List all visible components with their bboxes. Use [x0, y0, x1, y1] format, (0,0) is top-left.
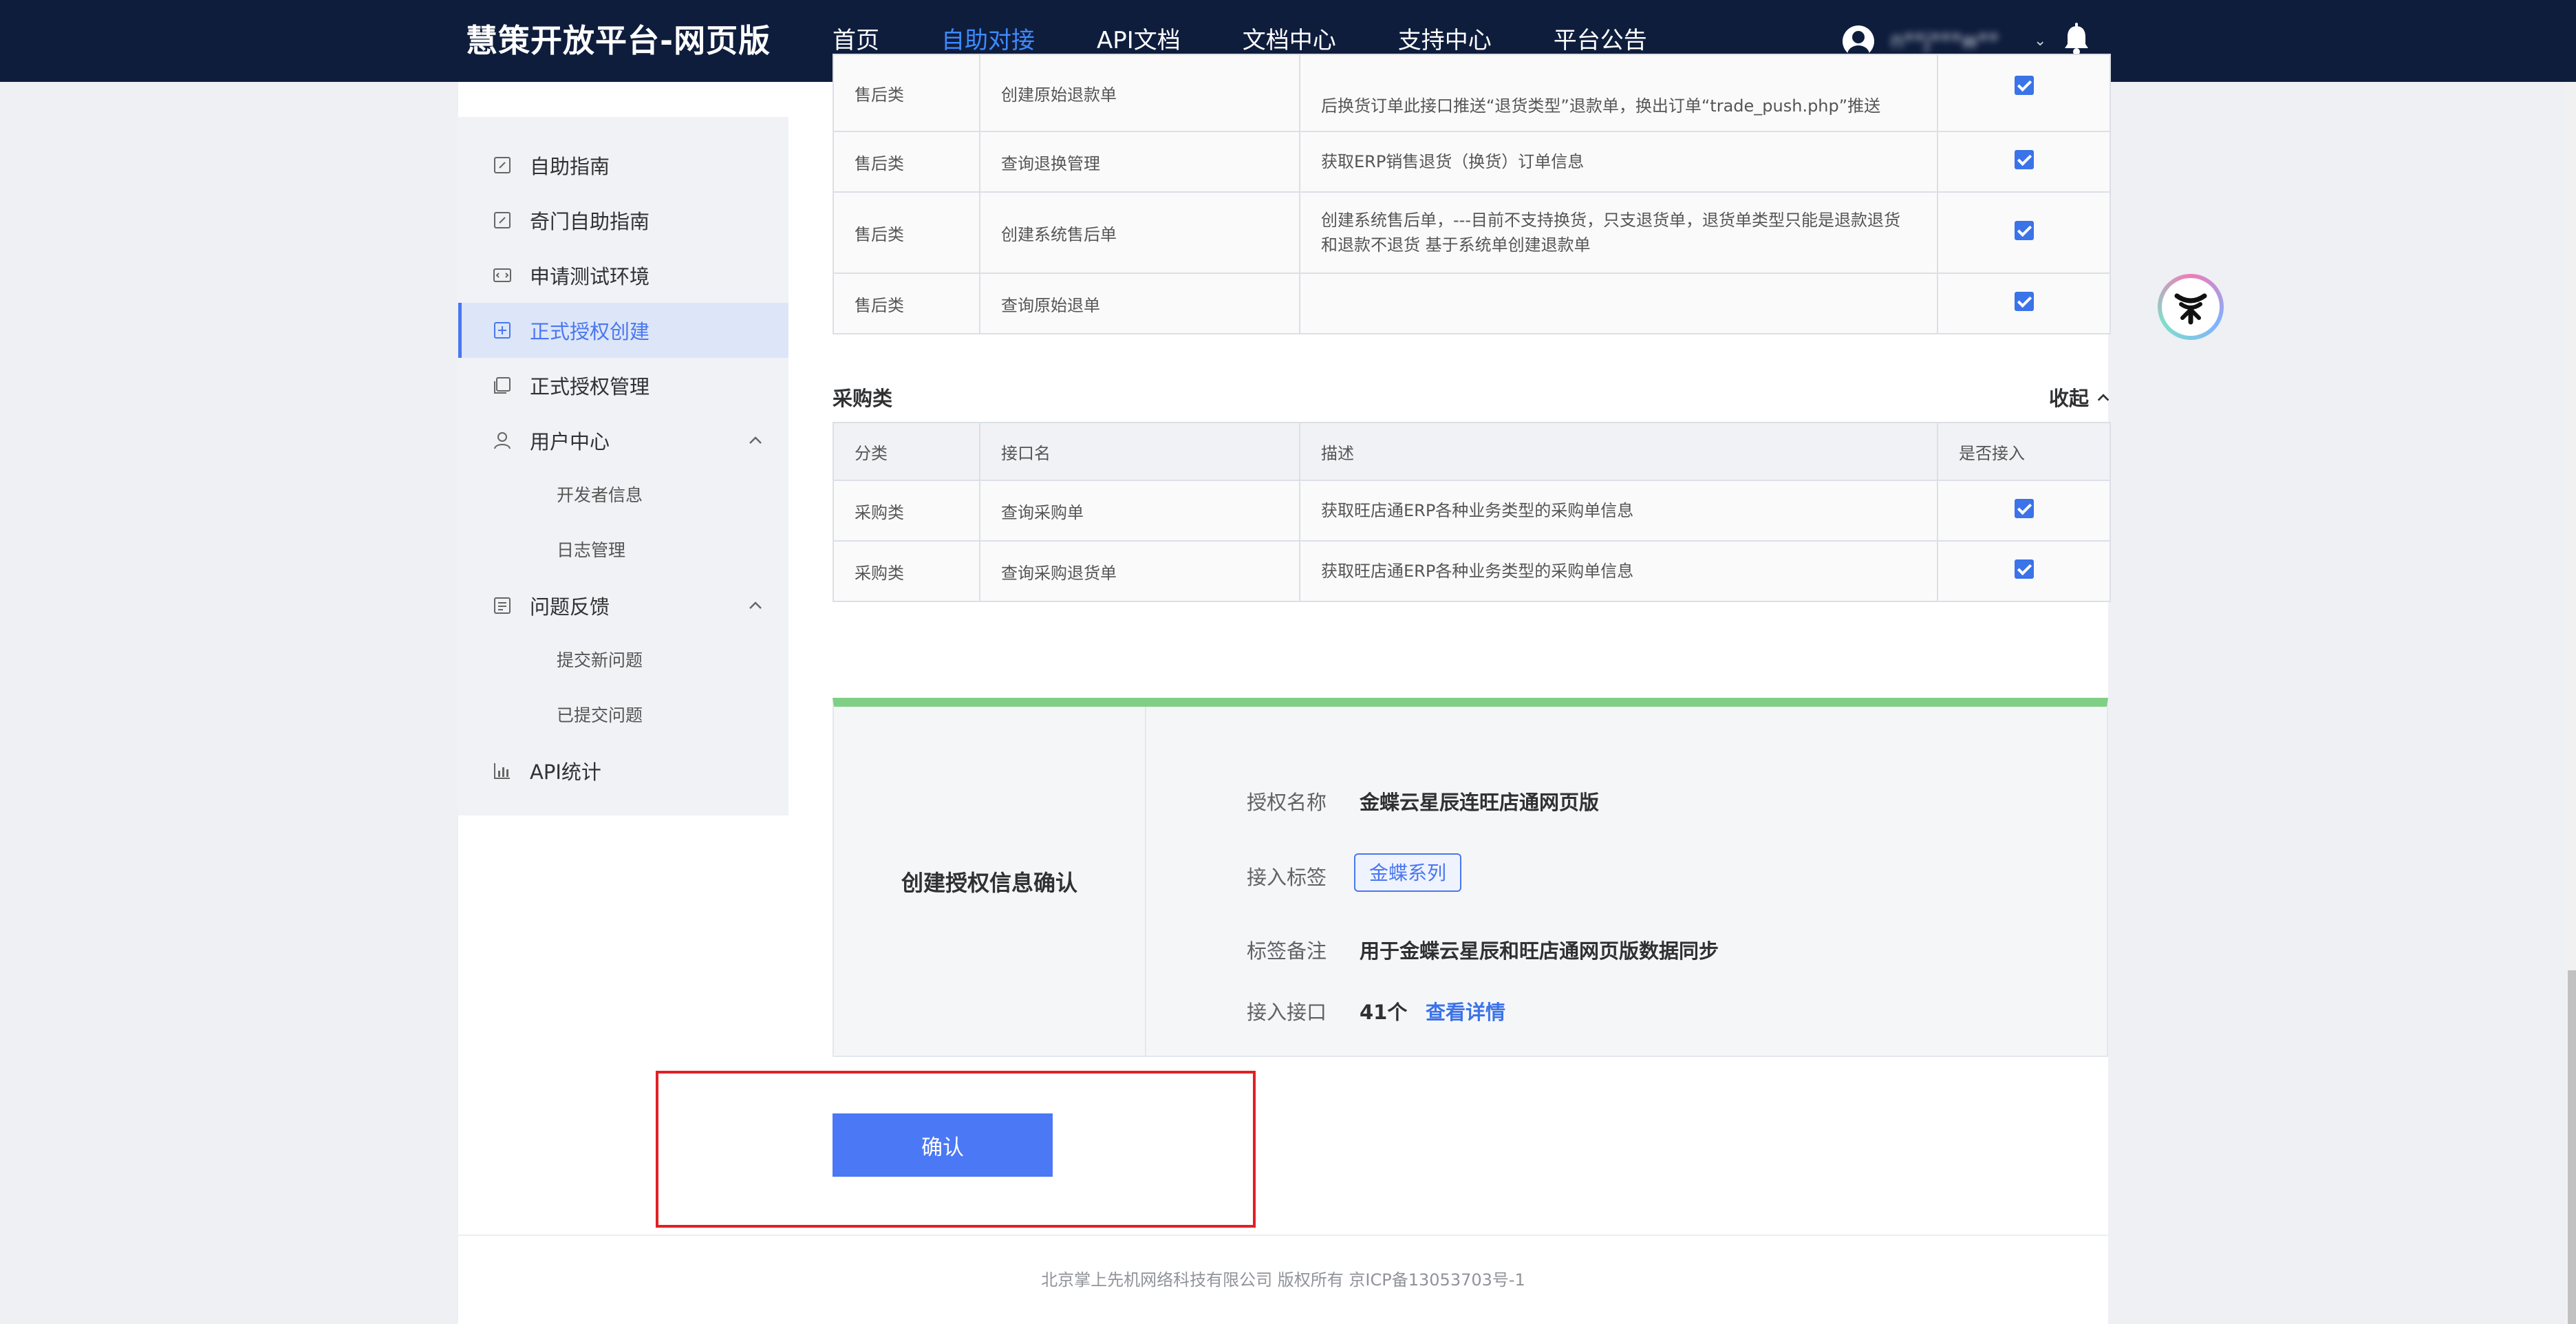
sidebar-item-feedback[interactable]: 问题反馈 — [458, 578, 788, 633]
sidebar-item-auth-manage[interactable]: 正式授权管理 — [458, 358, 788, 413]
api-count-label: 接入接口 — [1247, 1001, 1327, 1024]
table-cell-description: 获取旺店通ERP各种业务类型的采购单信息 — [1299, 480, 1938, 542]
table-cell-category: 售后类 — [833, 131, 980, 193]
table-cell-category: 采购类 — [833, 540, 980, 602]
collapse-toggle[interactable]: 收起 — [2049, 383, 2111, 412]
avatar-icon[interactable] — [1843, 25, 1874, 57]
brand-title[interactable]: 慧策开放平台-网页版 — [466, 0, 771, 82]
sidebar-item-qimen-guide[interactable]: 奇门自助指南 — [458, 193, 788, 248]
sidebar-subitem-submitted-issues[interactable]: 已提交问题 — [458, 688, 788, 743]
section-title-purchase: 采购类 — [833, 387, 893, 410]
table-cell-api-name: 查询采购退货单 — [979, 540, 1300, 602]
table-cell-api-name: 查询原始退单 — [979, 273, 1300, 334]
caret-down-icon[interactable]: ⌄ — [2034, 32, 2046, 50]
access-checkbox[interactable] — [2014, 221, 2034, 240]
table-header-row: 分类 接口名 描述 是否接入 — [833, 422, 2111, 481]
sidebar-item-test-env[interactable]: 申请测试环境 — [458, 248, 788, 303]
bell-icon[interactable] — [2063, 22, 2090, 56]
bar-chart-icon — [494, 763, 510, 779]
sidebar-item-auth-create[interactable]: 正式授权创建 — [458, 303, 788, 358]
column-header-api-name: 接口名 — [979, 422, 1300, 481]
table-cell-api-name: 创建系统售后单 — [979, 191, 1300, 274]
sidebar: 自助指南 奇门自助指南 申请测试环境 正式授权创建 正式授权管理 用户中心 开发… — [458, 117, 788, 815]
table-cell-api-name: 创建原始退款单 — [979, 54, 1300, 132]
access-checkbox[interactable] — [2014, 76, 2034, 95]
table-cell-api-name: 查询退换管理 — [979, 131, 1300, 193]
access-checkbox[interactable] — [2014, 559, 2034, 579]
sidebar-item-self-guide[interactable]: 自助指南 — [458, 138, 788, 193]
edit-square-icon — [494, 212, 511, 228]
stack-icon — [494, 377, 511, 394]
sidebar-item-label: API统计 — [530, 760, 601, 784]
user-icon — [494, 432, 511, 449]
view-details-link[interactable]: 查看详情 — [1426, 996, 1505, 1025]
edit-square-icon — [494, 157, 511, 173]
table-row: 采购类 查询采购单 获取旺店通ERP各种业务类型的采购单信息 — [833, 480, 2111, 542]
sidebar-subitem-developer-info[interactable]: 开发者信息 — [458, 468, 788, 523]
sidebar-subitem-log-manage[interactable]: 日志管理 — [458, 523, 788, 578]
table-cell-category: 售后类 — [833, 191, 980, 274]
remark-value: 用于金蝶云星辰和旺店通网页版数据同步 — [1360, 939, 1719, 963]
table-row: 售后类 查询退换管理 获取ERP销售退货（换货）订单信息 — [833, 131, 2111, 193]
column-header-category: 分类 — [833, 422, 980, 481]
remark-label: 标签备注 — [1247, 939, 1327, 963]
username[interactable]: n**j***w** — [1891, 29, 2028, 53]
table-row: 采购类 查询采购退货单 获取旺店通ERP各种业务类型的采购单信息 — [833, 540, 2111, 602]
collapse-label: 收起 — [2049, 387, 2090, 410]
scrollbar-thumb[interactable] — [2568, 970, 2576, 1324]
sidebar-subitem-submit-issue[interactable]: 提交新问题 — [458, 633, 788, 688]
access-checkbox[interactable] — [2014, 292, 2034, 311]
confirm-button[interactable]: 确认 — [833, 1113, 1053, 1177]
api-count-value: 41个 — [1360, 1001, 1408, 1024]
sidebar-item-label: 申请测试环境 — [530, 265, 650, 288]
access-checkbox[interactable] — [2014, 150, 2034, 169]
confirm-card-title: 创建授权信息确认 — [834, 707, 1146, 1056]
sidebar-item-label: 正式授权管理 — [530, 375, 650, 398]
chevron-up-icon[interactable] — [747, 597, 764, 614]
sidebar-item-label: 问题反馈 — [530, 595, 610, 619]
checklist-icon — [494, 597, 511, 614]
auth-name-label: 授权名称 — [1247, 791, 1327, 814]
sidebar-item-api-stats[interactable]: API统计 — [458, 743, 788, 798]
sidebar-item-label: 正式授权创建 — [530, 320, 650, 343]
tag-label: 接入标签 — [1247, 866, 1327, 889]
table-cell-category: 采购类 — [833, 480, 980, 542]
sidebar-item-label: 奇门自助指南 — [530, 210, 650, 233]
table-cell-api-name: 查询采购单 — [979, 480, 1300, 542]
footer-divider — [458, 1235, 2108, 1236]
add-square-icon — [494, 322, 511, 339]
table-row: 售后类 创建系统售后单 创建系统售后单，---目前不支持换货，只支退货单，退货单… — [833, 191, 2111, 274]
aftersale-table: 售后类 创建原始退款单 后换货订单此接口推送“退货类型”退款单，换出订单“tra… — [833, 54, 2111, 334]
access-checkbox[interactable] — [2014, 499, 2034, 518]
table-cell-description: 获取ERP销售退货（换货）订单信息 — [1299, 131, 1938, 193]
table-row: 售后类 查询原始退单 — [833, 273, 2111, 334]
code-window-icon — [493, 268, 511, 282]
assistant-logo-icon — [2174, 293, 2207, 325]
purchase-table: 分类 接口名 描述 是否接入 采购类 查询采购单 获取旺店通ERP各种业务类型的… — [833, 422, 2111, 602]
table-cell-description — [1299, 273, 1938, 334]
table-cell-category: 售后类 — [833, 273, 980, 334]
table-cell-category: 售后类 — [833, 54, 980, 132]
sidebar-item-user-center[interactable]: 用户中心 — [458, 413, 788, 468]
assistant-float-button[interactable] — [2158, 274, 2224, 340]
chevron-up-icon[interactable] — [747, 432, 764, 449]
auth-name-value: 金蝶云星辰连旺店通网页版 — [1360, 791, 1600, 814]
column-header-description: 描述 — [1299, 422, 1938, 481]
table-cell-description: 创建系统售后单，---目前不支持换货，只支退货单，退货单类型只能是退款退货和退款… — [1299, 191, 1938, 274]
sidebar-item-label: 用户中心 — [530, 430, 610, 453]
table-cell-description: 获取旺店通ERP各种业务类型的采购单信息 — [1299, 540, 1938, 602]
footer-copyright: 北京掌上先机网络科技有限公司 版权所有 京ICP备13053703号-1 — [1041, 1270, 1525, 1290]
sidebar-item-label: 自助指南 — [530, 155, 610, 178]
column-header-access: 是否接入 — [1937, 422, 2111, 481]
table-cell-description: 后换货订单此接口推送“退货类型”退款单，换出订单“trade_push.php”… — [1299, 54, 1938, 132]
table-row: 售后类 创建原始退款单 后换货订单此接口推送“退货类型”退款单，换出订单“tra… — [833, 54, 2111, 132]
access-tag: 金蝶系列 — [1354, 853, 1462, 892]
chevron-up-icon — [2097, 394, 2110, 401]
